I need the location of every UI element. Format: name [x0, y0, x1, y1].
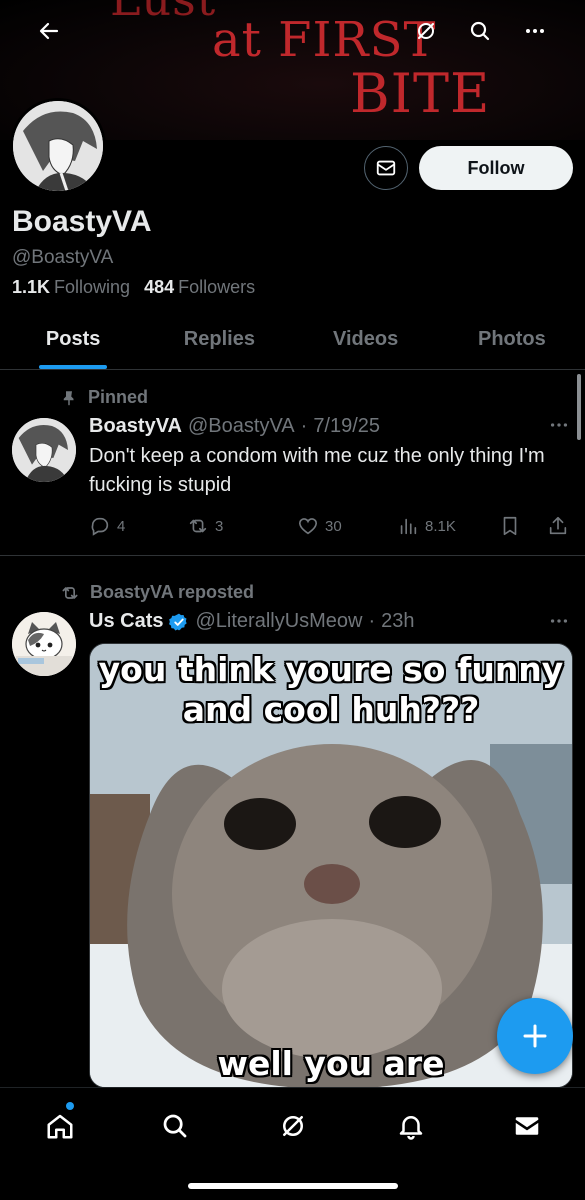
profile-tabs: Posts Replies Videos Photos [0, 310, 585, 370]
cat-avatar-art [12, 612, 76, 676]
bookmark-button[interactable] [499, 515, 543, 537]
home-notification-dot [66, 1102, 74, 1110]
more-dots-icon [526, 29, 544, 33]
profile-handle: @BoastyVA [12, 247, 114, 268]
post-author-handle[interactable]: @BoastyVA [188, 415, 295, 438]
more-options-button[interactable] [516, 12, 554, 50]
post-dot: · [300, 415, 308, 437]
search-icon [163, 1114, 187, 1138]
grok-icon [418, 23, 434, 39]
search-icon [470, 21, 490, 41]
plus-icon [523, 1024, 547, 1048]
post-dot: · [368, 610, 376, 632]
following-label: Following [54, 277, 131, 297]
post-date[interactable]: 7/19/25 [313, 415, 380, 438]
post-author-handle[interactable]: @LiterallyUsMeow [195, 610, 362, 633]
reply-icon [91, 517, 109, 536]
post-author-name[interactable]: Us Cats [89, 610, 163, 633]
nav-home[interactable] [40, 1106, 80, 1146]
tab-posts[interactable]: Posts [0, 310, 146, 369]
repost-indicator: BoastyVA reposted [60, 582, 254, 603]
nav-search[interactable] [155, 1106, 195, 1146]
views-button[interactable]: 8.1K [397, 515, 499, 537]
avatar-art [13, 101, 103, 191]
arrow-left-icon [39, 22, 59, 40]
views-count: 8.1K [425, 517, 456, 535]
reply-count: 4 [117, 517, 126, 535]
post-header: BoastyVA @BoastyVA · 7/19/25 [89, 415, 380, 438]
views-chart-icon [400, 518, 417, 535]
profile-stats: 1.1K Following 484 Followers [12, 277, 255, 298]
bell-icon [399, 1116, 423, 1140]
like-count: 30 [325, 517, 342, 535]
bookmark-icon [503, 516, 517, 536]
repost-button[interactable]: 3 [187, 515, 297, 537]
followers-link[interactable]: 484 Followers [144, 277, 255, 298]
repost-icon [189, 519, 207, 533]
media-caption-top: you think youre so funny and cool huh??? [98, 650, 564, 729]
more-dots-icon [550, 619, 568, 623]
post-author-name[interactable]: BoastyVA [89, 415, 182, 438]
post-author-avatar[interactable] [12, 612, 76, 676]
follow-button[interactable]: Follow [419, 146, 573, 190]
profile-display-name: BoastyVA [12, 205, 152, 238]
home-icon [47, 1114, 73, 1139]
search-button[interactable] [461, 12, 499, 50]
tab-videos[interactable]: Videos [293, 310, 439, 369]
avatar-art [12, 418, 76, 482]
share-button[interactable] [547, 515, 571, 537]
post-header: Us Cats @LiterallyUsMeow · 23h [89, 610, 415, 633]
nav-messages[interactable] [507, 1106, 547, 1146]
pin-icon [63, 390, 74, 405]
message-button[interactable] [364, 146, 408, 190]
post-divider [0, 555, 585, 556]
post-author-avatar[interactable] [12, 418, 76, 482]
grok-icon [283, 1116, 303, 1136]
post-text: Don't keep a condom with me cuz the only… [89, 445, 545, 496]
share-icon [549, 516, 567, 535]
more-dots-icon [550, 423, 568, 427]
followers-label: Followers [178, 277, 256, 297]
nav-grok[interactable] [273, 1106, 313, 1146]
banner-text-middle: at FIRST [212, 12, 437, 68]
compose-post-button[interactable] [497, 998, 573, 1074]
banner-text-top: Lust [110, 0, 216, 26]
post-date[interactable]: 23h [381, 610, 414, 633]
tab-photos[interactable]: Photos [439, 310, 585, 369]
post-actions: 4 3 30 8.1K [89, 512, 571, 540]
followers-count: 484 [144, 277, 175, 297]
scrollbar[interactable] [577, 374, 581, 440]
post-more-button[interactable] [548, 610, 570, 638]
heart-icon [298, 518, 318, 535]
reply-button[interactable]: 4 [89, 515, 187, 537]
like-button[interactable]: 30 [297, 515, 397, 537]
envelope-icon [376, 160, 396, 176]
grok-button[interactable] [407, 12, 445, 50]
following-link[interactable]: 1.1K Following [12, 277, 130, 298]
verified-badge-icon [169, 613, 188, 630]
profile-avatar[interactable] [10, 98, 106, 194]
nav-notifications[interactable] [391, 1106, 431, 1146]
pinned-indicator: Pinned [60, 387, 148, 408]
pinned-label: Pinned [88, 387, 149, 407]
reposted-by-label[interactable]: BoastyVA reposted [90, 582, 254, 603]
repost-count: 3 [215, 517, 224, 535]
repost-icon [62, 586, 78, 599]
back-button[interactable] [30, 12, 68, 50]
banner-text-bottom: BITE [350, 62, 491, 125]
tab-replies[interactable]: Replies [146, 310, 292, 369]
home-indicator-bar [188, 1183, 398, 1189]
envelope-icon [515, 1117, 539, 1135]
following-count: 1.1K [12, 277, 51, 297]
post-more-button[interactable] [548, 414, 570, 442]
